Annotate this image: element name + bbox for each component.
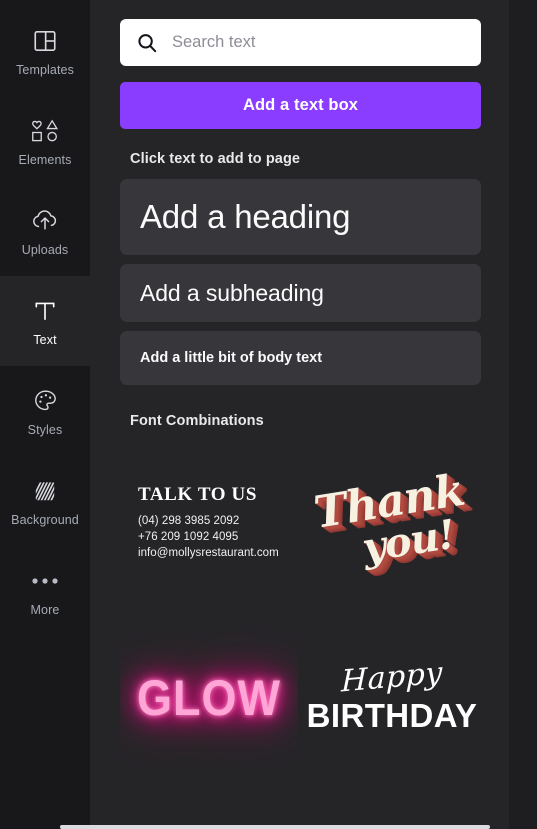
font-combinations-grid: TALK TO US (04) 298 3985 2092 +76 209 10… xyxy=(120,435,481,785)
preset-add-body-text[interactable]: Add a little bit of body text xyxy=(120,331,481,385)
preset-add-subheading[interactable]: Add a subheading xyxy=(120,264,481,322)
styles-icon xyxy=(32,386,59,416)
search-input[interactable] xyxy=(172,33,465,52)
thank-you-artwork: Thank you! xyxy=(310,465,473,575)
combo-line: info@mollysrestaurant.com xyxy=(138,547,279,560)
preset-add-heading[interactable]: Add a heading xyxy=(120,179,481,255)
left-sidebar: Templates Elements Uploads Text Styles B… xyxy=(0,0,90,829)
glow-neon-text: GLOW xyxy=(137,668,281,726)
add-a-text-box-button[interactable]: Add a text box xyxy=(120,82,481,129)
elements-icon xyxy=(29,116,61,146)
templates-icon xyxy=(32,26,58,56)
sidebar-item-templates[interactable]: Templates xyxy=(0,6,90,96)
sidebar-item-label: More xyxy=(30,602,60,617)
click-text-heading: Click text to add to page xyxy=(130,151,301,167)
combo-thank-you[interactable]: Thank you! xyxy=(303,435,481,610)
combo-happy-birthday[interactable]: Happy BIRTHDAY xyxy=(303,610,481,785)
sidebar-item-background[interactable]: Background xyxy=(0,456,90,546)
sidebar-item-label: Text xyxy=(33,332,57,347)
search-icon xyxy=(136,32,158,54)
combo-talk-to-us[interactable]: TALK TO US (04) 298 3985 2092 +76 209 10… xyxy=(120,435,298,610)
text-icon xyxy=(32,296,58,326)
sidebar-item-text[interactable]: Text xyxy=(0,262,90,380)
sidebar-item-more[interactable]: More xyxy=(0,546,90,636)
text-panel-content: Add a text box Click text to add to page… xyxy=(90,0,509,829)
sidebar-item-label: Background xyxy=(11,512,79,527)
birthday-script-text: Happy xyxy=(340,655,444,700)
sidebar-item-label: Uploads xyxy=(21,242,69,257)
sidebar-item-styles[interactable]: Styles xyxy=(0,366,90,456)
canvas-edge-strip xyxy=(509,0,537,829)
combo-line: (04) 298 3985 2092 xyxy=(138,514,240,527)
text-preset-list: Add a heading Add a subheading Add a lit… xyxy=(120,179,481,385)
search-bar[interactable] xyxy=(120,19,481,66)
canva-text-panel-screen: Templates Elements Uploads Text Styles B… xyxy=(0,0,537,829)
text-panel: Add a text box Click text to add to page… xyxy=(90,0,509,829)
sidebar-item-label: Templates xyxy=(16,62,74,77)
combo-glow[interactable]: GLOW xyxy=(120,610,298,785)
sidebar-item-elements[interactable]: Elements xyxy=(0,96,90,186)
sidebar-item-label: Elements xyxy=(18,152,72,167)
horizontal-scrollbar[interactable] xyxy=(60,825,490,829)
font-combinations-heading: Font Combinations xyxy=(130,413,264,429)
more-icon xyxy=(31,566,59,596)
combo-headline: TALK TO US xyxy=(138,483,257,505)
uploads-icon xyxy=(30,206,60,236)
background-icon xyxy=(32,476,58,506)
birthday-bold-text: BIRTHDAY xyxy=(306,697,478,734)
combo-line: +76 209 1092 4095 xyxy=(138,530,239,543)
sidebar-item-label: Styles xyxy=(27,422,63,437)
